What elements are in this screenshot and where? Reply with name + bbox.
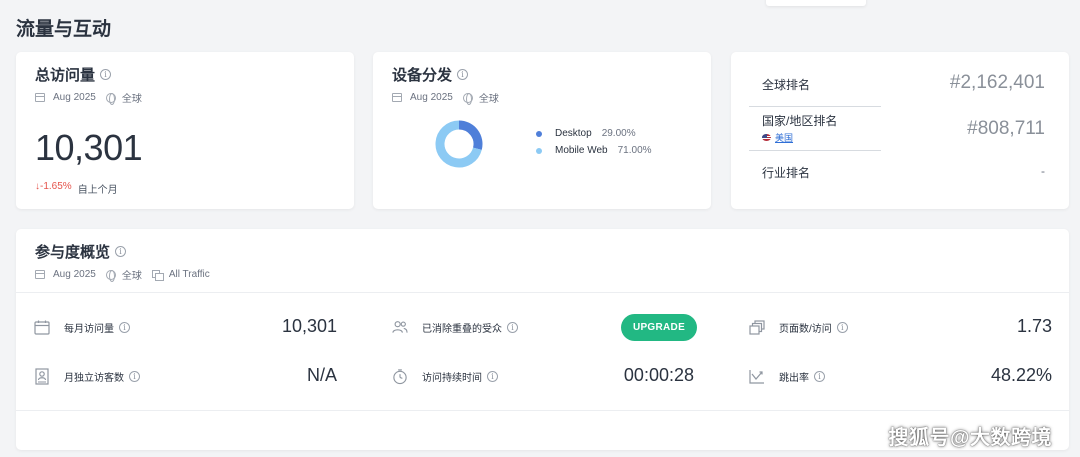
pages-icon <box>749 319 765 335</box>
info-icon[interactable]: i <box>487 370 498 382</box>
country-link[interactable]: 美国 <box>762 131 793 144</box>
industry-rank-label: 行业排名 <box>762 166 811 180</box>
metric-label: 页面数/访问 <box>779 323 832 335</box>
dropdown-panel-edge <box>766 0 866 6</box>
change-value: ↓-1.65% <box>35 181 72 192</box>
legend-pct: 29.00% <box>601 128 636 139</box>
visitor-card-icon <box>34 367 50 385</box>
metric-value: 1.73 <box>1016 316 1052 336</box>
metric-pages-per-visit: 页面数/访问 i <box>749 315 848 339</box>
users-icon <box>392 319 408 335</box>
info-icon[interactable]: i <box>814 370 825 382</box>
metric-label: 访问持续时间 <box>422 372 482 384</box>
upgrade-button[interactable]: UPGRADE <box>621 314 697 341</box>
metric-visit-duration: 访问持续时间 i <box>392 364 498 388</box>
device-distribution-card: 设备分发 i Aug 2025 全球 Desktop 29.00% Mobile… <box>373 52 711 209</box>
engagement-card: 参与度概览 i Aug 2025 全球 All Traffic 每月访问量 i … <box>16 229 1069 450</box>
total-visits-header: 总访问量 i <box>35 64 335 85</box>
globe-icon <box>105 92 116 105</box>
country-rank-value: #808,711 <box>967 118 1045 139</box>
watermark-text: 搜狐号@大数跨境 <box>888 427 1052 449</box>
total-visits-meta: Aug 2025 全球 <box>35 90 335 105</box>
divider <box>16 410 1069 411</box>
metric-bounce-rate: 跳出率 i <box>749 364 825 388</box>
engagement-title: 参与度概览 <box>35 244 111 261</box>
device-header: 设备分发 i <box>392 64 692 85</box>
metric-value: 00:00:28 <box>623 365 694 385</box>
metric-label: 月独立访客数 <box>64 372 124 384</box>
metric-label: 已消除重叠的受众 <box>422 323 502 335</box>
device-title: 设备分发 <box>392 67 453 84</box>
divider <box>749 106 881 107</box>
country-rank-label: 国家/地区排名 <box>762 114 838 128</box>
region-label: 全球 <box>478 94 499 105</box>
metric-value: 10,301 <box>281 316 337 336</box>
page-title: 流量与互动 <box>16 19 112 40</box>
region-label: 全球 <box>121 94 142 105</box>
legend-item-mobile: Mobile Web 71.00% <box>536 142 652 159</box>
change-label: 自上个月 <box>77 185 118 196</box>
donut-slice-desktop <box>458 120 483 150</box>
metric-unique-visitors: 月独立访客数 i <box>34 364 140 388</box>
ranking-card: 全球排名 #2,162,401 国家/地区排名 美国 #808,711 行业排名… <box>731 52 1069 209</box>
global-rank-label: 全球排名 <box>762 78 811 92</box>
legend-name: Desktop <box>555 128 592 139</box>
info-icon[interactable]: i <box>836 321 848 333</box>
info-icon[interactable]: i <box>457 69 469 80</box>
globe-icon <box>105 269 116 282</box>
us-flag-icon <box>762 134 771 141</box>
device-meta: Aug 2025 全球 <box>392 90 692 105</box>
legend-dot-desktop <box>536 130 542 137</box>
metric-label: 每月访问量 <box>64 323 114 335</box>
industry-rank-value: - <box>1041 164 1045 178</box>
clock-icon <box>392 368 408 384</box>
divider <box>749 150 881 151</box>
date-label: Aug 2025 <box>410 92 453 103</box>
date-label: Aug 2025 <box>53 269 96 280</box>
global-rank-value: #2,162,401 <box>949 72 1045 93</box>
metric-value: 48.22% <box>990 365 1052 385</box>
calendar-icon <box>35 270 45 279</box>
globe-icon <box>462 92 473 105</box>
traffic-icon <box>151 269 164 281</box>
total-visits-card: 总访问量 i Aug 2025 全球 10,301 ↓-1.65% 自上个月 <box>16 52 354 209</box>
device-legend: Desktop 29.00% Mobile Web 71.00% <box>536 125 652 159</box>
calendar-icon <box>34 319 50 335</box>
info-icon[interactable]: i <box>115 246 127 257</box>
device-donut-chart <box>435 120 483 168</box>
engagement-header: 参与度概览 i Aug 2025 全球 All Traffic <box>16 229 1069 293</box>
info-icon[interactable]: i <box>129 370 140 382</box>
info-icon[interactable]: i <box>119 321 130 333</box>
total-visits-title: 总访问量 <box>35 67 96 84</box>
metric-label: 跳出率 <box>779 372 809 384</box>
info-icon[interactable]: i <box>507 321 518 333</box>
visits-change: ↓-1.65% 自上个月 <box>35 181 335 196</box>
engagement-title-row: 参与度概览 i <box>35 241 1050 262</box>
country-name[interactable]: 美国 <box>775 131 793 144</box>
legend-pct: 71.00% <box>617 145 652 156</box>
metric-monthly-visits: 每月访问量 i <box>34 315 130 339</box>
traffic-label: All Traffic <box>168 269 210 280</box>
legend-item-desktop: Desktop 29.00% <box>536 125 652 142</box>
metric-value: N/A <box>306 365 337 385</box>
legend-dot-mobile <box>536 147 542 154</box>
date-label: Aug 2025 <box>53 92 96 103</box>
metric-dedup-audience: 已消除重叠的受众 i <box>392 315 518 339</box>
region-label: 全球 <box>121 271 142 282</box>
engagement-meta: Aug 2025 全球 All Traffic <box>35 267 1050 282</box>
calendar-icon <box>392 93 402 102</box>
total-visits-value: 10,301 <box>35 127 143 168</box>
legend-name: Mobile Web <box>555 145 608 156</box>
info-icon[interactable]: i <box>100 69 112 80</box>
bounce-icon <box>749 368 765 384</box>
calendar-icon <box>35 93 45 102</box>
